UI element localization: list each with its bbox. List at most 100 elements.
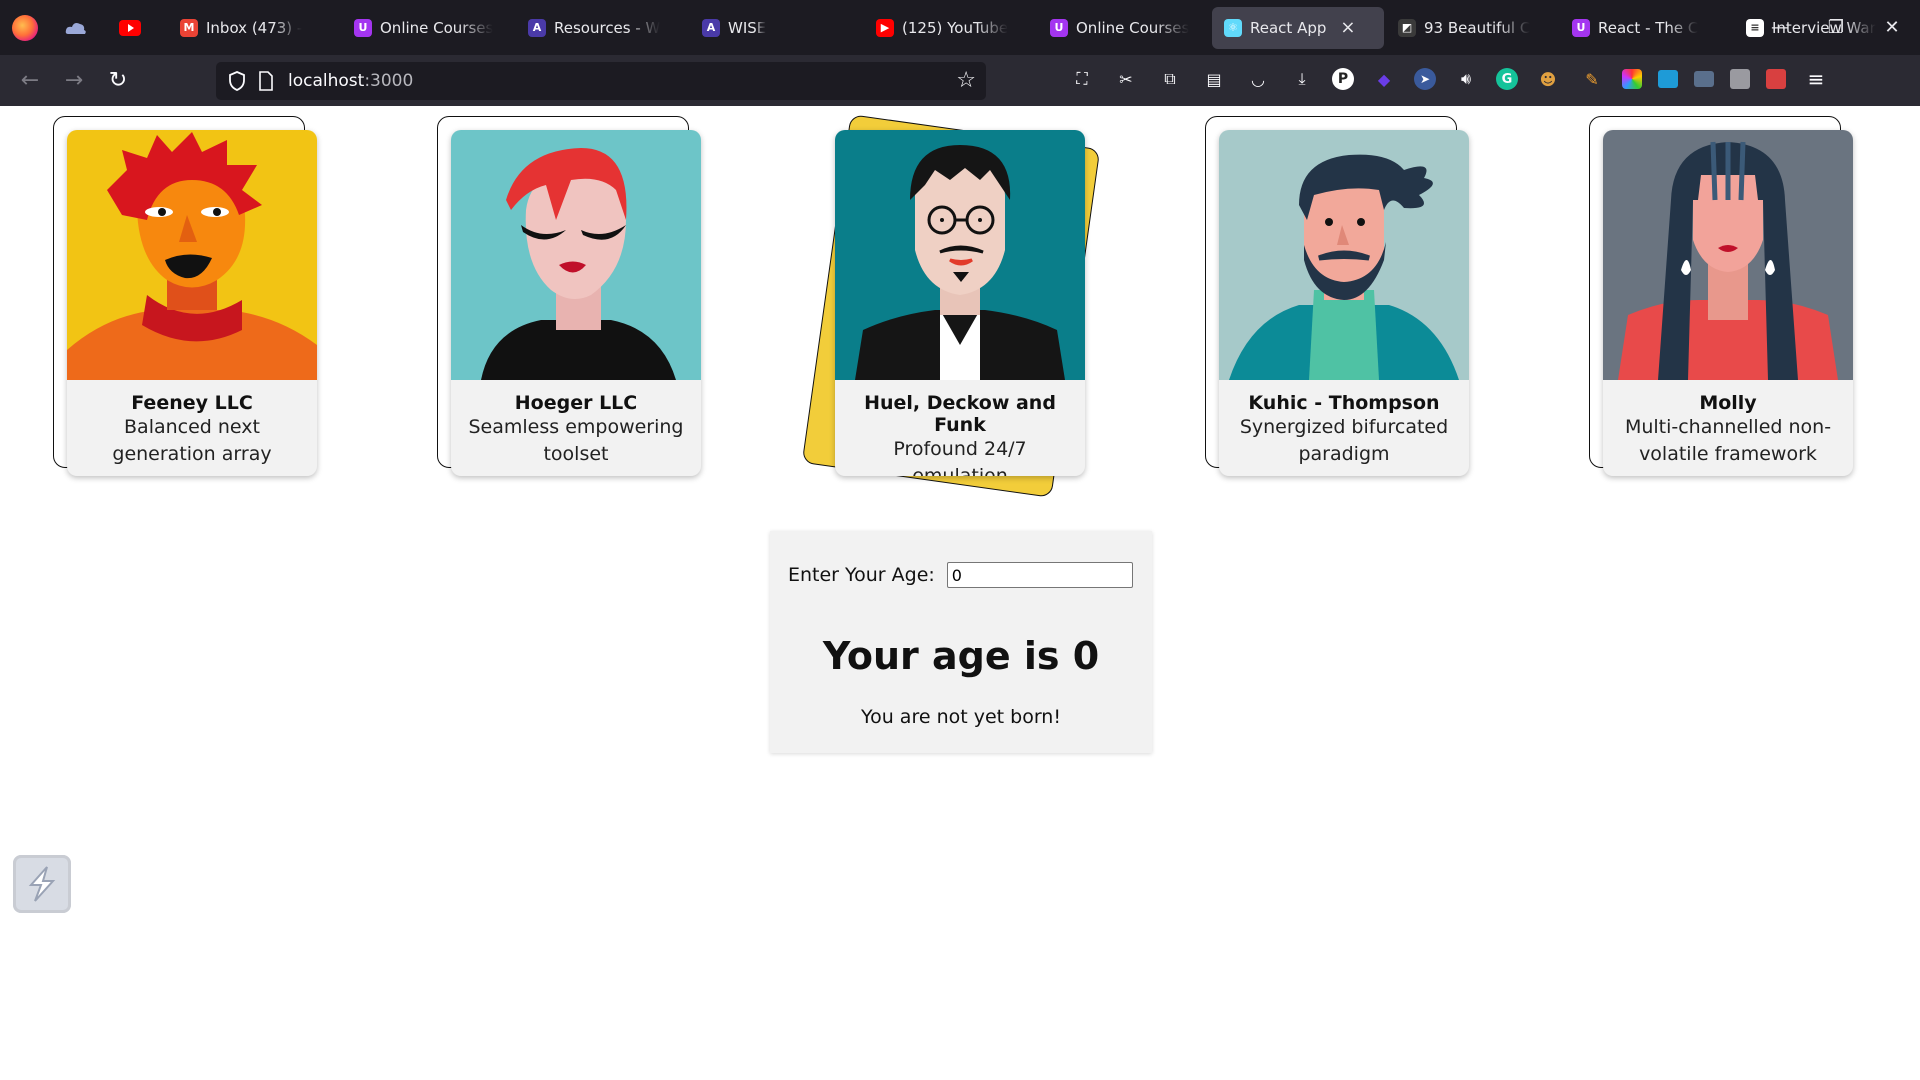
tab-title: React App <box>1250 18 1327 37</box>
tab-0[interactable]: M Inbox (473) - <box>168 7 340 49</box>
extension-p-icon[interactable]: P <box>1332 68 1354 90</box>
avatar-bearded-man-icon <box>1219 130 1469 380</box>
url-port: :3000 <box>364 71 414 91</box>
card-description: Synergized bifurcated paradigm <box>1239 416 1449 465</box>
browser-nav-bar: ← → ↻ localhost:3000 ☆ ⛶ ✂ ⧉ ▤ ◡ ⤓ P ◆ ➤… <box>0 55 1920 106</box>
tab-4[interactable]: ▶ (125) YouTube <box>864 7 1036 49</box>
tab-2[interactable]: A Resources - W <box>516 7 688 49</box>
page-info-icon[interactable] <box>258 71 274 91</box>
extension-brush-icon[interactable]: ✎ <box>1578 65 1606 93</box>
card-name: Feeney LLC <box>131 392 253 414</box>
card-name: Molly <box>1699 392 1757 414</box>
pinned-tab-youtube[interactable] <box>114 12 146 44</box>
profile-card[interactable]: Hoeger LLC Seamless empowering toolset <box>451 130 701 476</box>
card-description: Seamless empowering toolset <box>468 416 684 465</box>
cut-icon[interactable]: ✂ <box>1112 65 1140 93</box>
speaker-icon[interactable]: 🔊︎ <box>1452 65 1480 93</box>
forward-arrow-icon[interactable]: → <box>52 61 96 101</box>
tab-title: Resources - W <box>554 18 661 37</box>
profile-card-3: Huel, Deckow and Funk Profound 24/7 emul… <box>801 114 1101 498</box>
screenshot-icon[interactable]: ⛶ <box>1068 65 1096 93</box>
restore-icon[interactable]: ❐ <box>1808 0 1864 55</box>
card-description: Multi-channelled non-volatile framework <box>1624 416 1832 465</box>
bookmark-star-icon[interactable]: ☆ <box>956 68 976 93</box>
shield-icon[interactable] <box>228 71 246 91</box>
color-picker-icon[interactable] <box>1622 69 1642 89</box>
grammarly-icon[interactable]: G <box>1496 68 1518 90</box>
menu-hamburger-icon[interactable]: ≡ <box>1802 65 1830 93</box>
clipboard-icon[interactable]: ▤ <box>1200 65 1228 93</box>
extensions-toolbar: ⛶ ✂ ⧉ ▤ ◡ ⤓ P ◆ ➤ 🔊︎ G ☻ ✎ ≡ <box>1068 65 1830 93</box>
tab-title: Online Courses <box>1076 18 1190 37</box>
youtube-icon <box>119 19 141 36</box>
tab-5[interactable]: U Online Courses <box>1038 7 1210 49</box>
minimize-icon[interactable]: — <box>1752 0 1808 55</box>
lightning-icon <box>28 866 56 902</box>
profile-card-1: Feeney LLC Balanced next generation arra… <box>53 116 317 480</box>
pinned-tab-cloud[interactable] <box>60 12 92 44</box>
card-name: Hoeger LLC <box>514 392 638 414</box>
extension-red-icon[interactable] <box>1766 69 1786 89</box>
close-tab-icon[interactable]: × <box>1340 17 1355 38</box>
gmail-icon: M <box>180 18 198 37</box>
extension-monkey-icon[interactable]: ☻ <box>1534 65 1562 93</box>
extension-diamond-icon[interactable]: ◆ <box>1370 65 1398 93</box>
wise-icon: A <box>702 18 720 37</box>
profile-card[interactable]: Molly Multi-channelled non-volatile fram… <box>1603 130 1853 476</box>
reload-icon[interactable]: ↻ <box>96 61 140 101</box>
tab-strip: M Inbox (473) - U Online Courses A Resources … <box>168 6 1908 49</box>
youtube-icon: ▶ <box>876 18 894 37</box>
profile-card-4: Kuhic - Thompson Synergized bifurcated p… <box>1205 116 1469 480</box>
avatar-longhair-woman-icon <box>1603 130 1853 380</box>
tab-7[interactable]: ◩ 93 Beautiful C <box>1386 7 1558 49</box>
close-window-icon[interactable]: ✕ <box>1864 0 1920 55</box>
age-label: Enter Your Age: <box>788 564 935 586</box>
tab-title: 93 Beautiful C <box>1424 18 1531 37</box>
profile-card[interactable]: Kuhic - Thompson Synergized bifurcated p… <box>1219 130 1469 476</box>
copy-icon[interactable]: ⧉ <box>1156 65 1184 93</box>
react-app-page: Feeney LLC Balanced next generation arra… <box>0 106 1920 1078</box>
floating-extension-button[interactable] <box>13 855 71 913</box>
udemy-icon: U <box>1050 18 1068 37</box>
extension-gray-icon[interactable] <box>1730 69 1750 89</box>
tab-title: WISE <box>728 18 767 37</box>
browser-tab-bar: M Inbox (473) - U Online Courses A Resources … <box>0 0 1920 55</box>
avatar-orange-man-icon <box>67 130 317 380</box>
tab-6[interactable]: ⚛ React App × <box>1212 6 1384 49</box>
page-icon: ◩ <box>1398 18 1416 37</box>
back-arrow-icon[interactable]: ← <box>8 61 52 101</box>
card-name: Kuhic - Thompson <box>1248 392 1440 414</box>
firefox-logo-icon[interactable] <box>12 14 38 41</box>
avatar-glasses-man-icon <box>835 130 1085 380</box>
tab-title: Inbox (473) - <box>206 18 303 37</box>
card-description: Balanced next generation array <box>112 416 272 465</box>
card-name: Huel, Deckow and Funk <box>864 392 1056 436</box>
url-bar[interactable]: localhost:3000 ☆ <box>216 62 986 100</box>
pocket-icon[interactable]: ◡ <box>1244 65 1272 93</box>
cloud-icon <box>65 22 86 34</box>
tab-1[interactable]: U Online Courses <box>342 7 514 49</box>
age-heading: Your age is 0 <box>822 634 1100 678</box>
react-icon: ⚛ <box>1224 18 1242 37</box>
wise-icon: A <box>528 18 546 37</box>
udemy-icon: U <box>354 18 372 37</box>
tab-title: (125) YouTube <box>902 18 1009 37</box>
url-host: localhost <box>288 71 365 91</box>
tab-8[interactable]: U React - The C <box>1560 7 1732 49</box>
profile-card-5: Molly Multi-channelled non-volatile fram… <box>1589 116 1853 480</box>
extension-window-icon[interactable] <box>1658 70 1678 88</box>
profile-card-highlighted[interactable]: Huel, Deckow and Funk Profound 24/7 emul… <box>835 130 1085 476</box>
profile-card-2: Hoeger LLC Seamless empowering toolset <box>437 116 701 480</box>
extension-cursor-icon[interactable]: ➤ <box>1414 68 1436 90</box>
extension-screen-icon[interactable] <box>1694 71 1714 87</box>
udemy-icon: U <box>1572 18 1590 37</box>
avatar-redhair-woman-icon <box>451 130 701 380</box>
tab-3[interactable]: A WISE <box>690 7 862 49</box>
age-panel: Enter Your Age: Your age is 0 You are no… <box>770 531 1152 753</box>
age-message: You are not yet born! <box>861 706 1061 728</box>
card-description: Profound 24/7 emulation <box>893 438 1027 476</box>
tab-title: Online Courses <box>380 18 494 37</box>
download-icon[interactable]: ⤓ <box>1288 65 1316 93</box>
age-input[interactable] <box>946 562 1133 588</box>
profile-card[interactable]: Feeney LLC Balanced next generation arra… <box>67 130 317 476</box>
